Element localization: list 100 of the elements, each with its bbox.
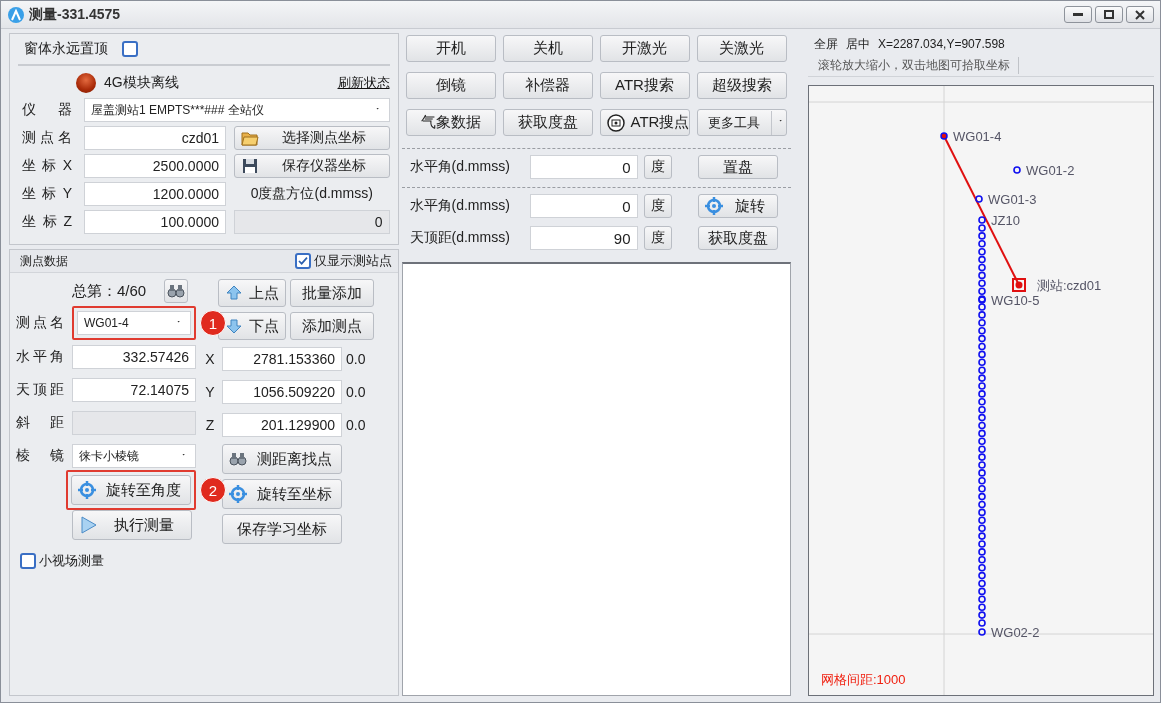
checkmark-icon	[296, 255, 309, 267]
point-name-dropdown[interactable]: WG01-4	[77, 311, 191, 335]
input-field[interactable]: 2781.153360	[222, 347, 342, 371]
input-field[interactable]: 0	[234, 210, 390, 234]
minimize-button[interactable]	[1064, 6, 1092, 23]
grid-spacing-label: 网格间距:1000	[821, 671, 906, 689]
survey-point[interactable]	[978, 216, 986, 224]
field-label: 斜 距	[16, 414, 65, 432]
field-label: 坐标Y	[21, 185, 73, 203]
close-icon	[1135, 9, 1145, 20]
action-button[interactable]: 获取度盘	[697, 226, 778, 250]
delta-value: 0.0	[346, 384, 366, 400]
tool-button[interactable]: 倒镜	[405, 72, 496, 99]
input-field[interactable]: 1200.0000	[84, 182, 226, 206]
crosshair-icon	[704, 197, 723, 215]
close-button[interactable]	[1126, 6, 1154, 23]
input-field[interactable]: 0	[529, 155, 638, 179]
tool-button[interactable]: 超级搜索	[696, 72, 787, 99]
station-marker[interactable]	[1012, 278, 1026, 292]
refresh-link[interactable]: 刷新状态	[337, 74, 390, 92]
delta-value: 0.0	[346, 417, 366, 433]
action-button[interactable]: 选择测点坐标	[234, 126, 390, 150]
unit-button[interactable]: 度	[643, 155, 672, 179]
delta-value: 0.0	[346, 351, 366, 367]
status-text: 4G模块离线	[104, 74, 180, 92]
field-label: 测点名	[16, 314, 65, 332]
tool-button[interactable]: 开机	[405, 35, 496, 62]
tool-button[interactable]: 气象数据	[405, 109, 496, 136]
action-button[interactable]: 执行测量	[72, 510, 192, 540]
action-button[interactable]: 旋转至角度	[71, 475, 191, 505]
dropdown-button[interactable]: 更多工具	[696, 109, 787, 136]
instrument-dropdown[interactable]: 屋盖测站1 EMPTS***### 全站仪	[84, 98, 390, 122]
field-label: 仪 器	[21, 101, 73, 119]
unit-button[interactable]: 度	[643, 194, 672, 218]
input-field[interactable]: 90	[529, 226, 638, 250]
point-label: WG01-4	[953, 129, 1002, 144]
action-button[interactable]: 置盘	[697, 155, 778, 179]
field-label: 水平角(d.mmss)	[409, 197, 511, 215]
map-link[interactable]: 全屏	[814, 35, 838, 53]
nav-button[interactable]: 下点	[218, 312, 286, 340]
field-label: 天顶距(d.mmss)	[409, 229, 511, 247]
input-field[interactable]: 332.57426	[72, 345, 196, 369]
tool-button[interactable]: ATR搜索	[599, 72, 690, 99]
action-button[interactable]: 保存学习坐标	[222, 514, 342, 544]
field-label: 天顶距	[16, 381, 65, 399]
input-field[interactable]: czd01	[84, 126, 226, 150]
up-arrow-icon	[225, 284, 243, 302]
binoculars-icon	[167, 282, 186, 300]
checkbox-label: 小视场测量	[39, 552, 104, 570]
crosshair-icon	[229, 485, 247, 503]
axis-label: Z	[204, 417, 216, 433]
field-label: 坐标Z	[21, 213, 73, 231]
down-arrow-icon	[225, 317, 243, 335]
survey-point[interactable]	[940, 132, 948, 140]
maximize-icon	[1104, 10, 1114, 19]
map-canvas[interactable]: WG01-4 WG01-2 WG01-3 JZ10 测站:czd01 WG10-5 WG02-2 网格间距:1000	[808, 85, 1154, 696]
checkbox[interactable]	[122, 41, 138, 57]
unit-button[interactable]: 度	[643, 226, 672, 250]
input-field[interactable]: 0	[529, 194, 638, 218]
survey-point[interactable]	[975, 195, 983, 203]
checkbox-label: 窗体永远置顶	[23, 40, 109, 58]
callout-badge: 2	[200, 477, 226, 503]
input-field[interactable]: 1056.509220	[222, 380, 342, 404]
tool-button[interactable]: 开激光	[599, 35, 690, 62]
survey-point[interactable]	[978, 628, 986, 636]
nav-button[interactable]: 添加测点	[290, 312, 374, 340]
tool-button[interactable]: 获取度盘	[502, 109, 593, 136]
prism-dropdown[interactable]: 徕卡小棱镜	[72, 444, 196, 468]
map-link[interactable]: 居中	[846, 35, 870, 53]
field-label: 坐标X	[21, 157, 73, 175]
input-field[interactable]: 2500.0000	[84, 154, 226, 178]
point-label: WG02-2	[991, 625, 1040, 640]
cursor-coordinates: X=2287.034,Y=907.598	[878, 37, 1005, 51]
field-label: 水平角	[16, 348, 65, 366]
panel-title: 测点数据	[20, 252, 68, 270]
survey-point[interactable]	[1013, 166, 1021, 174]
point-count: 总第：4/60	[72, 281, 147, 301]
tool-button[interactable]: 补偿器	[502, 72, 593, 99]
tool-button[interactable]: ATR搜点	[599, 109, 690, 136]
checkbox-label: 仅显示测站点	[313, 252, 392, 270]
nav-button[interactable]: 上点	[218, 279, 286, 307]
maximize-button[interactable]	[1095, 6, 1123, 23]
field-label: 棱 镜	[16, 447, 65, 465]
search-button[interactable]	[164, 279, 189, 303]
action-button[interactable]: 旋转	[697, 194, 778, 218]
app-icon	[7, 5, 25, 24]
checkbox[interactable]	[294, 253, 311, 269]
survey-point[interactable]	[978, 296, 986, 304]
input-field[interactable]: 72.14075	[72, 378, 196, 402]
tool-button[interactable]: 关激光	[696, 35, 787, 62]
field-label: 0度盘方位(d.mmss)	[249, 185, 374, 203]
checkbox[interactable]	[20, 553, 36, 569]
point-label: WG01-3	[988, 192, 1037, 207]
action-button[interactable]: 旋转至坐标	[222, 479, 342, 509]
input-field[interactable]: 100.0000	[84, 210, 226, 234]
tool-button[interactable]: 关机	[502, 35, 593, 62]
action-button[interactable]: 测距离找点	[222, 444, 342, 474]
action-button[interactable]: 保存仪器坐标	[234, 154, 390, 178]
minimize-icon	[1073, 13, 1083, 16]
nav-button[interactable]: 批量添加	[290, 279, 374, 307]
